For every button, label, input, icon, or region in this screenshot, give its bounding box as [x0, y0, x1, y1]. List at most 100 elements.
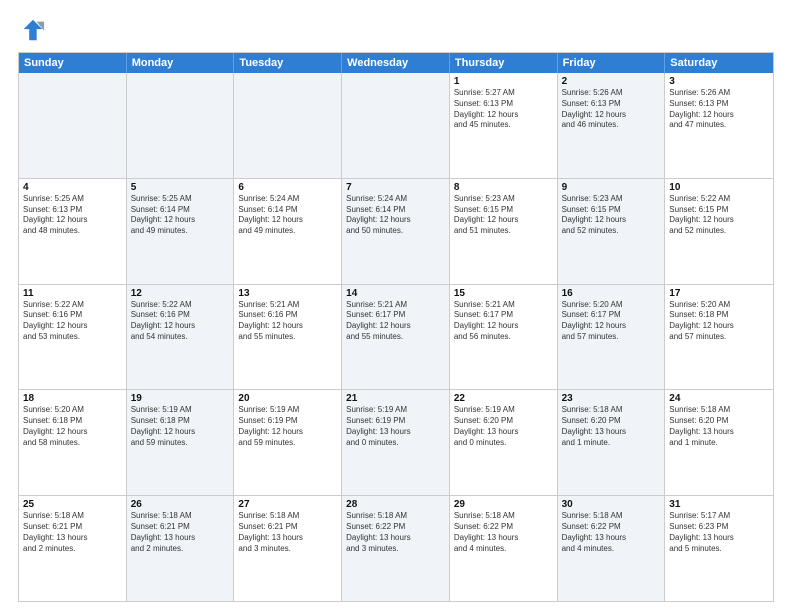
day-number: 18 — [23, 393, 122, 404]
cell-info: Sunrise: 5:23 AM Sunset: 6:15 PM Dayligh… — [454, 194, 553, 237]
calendar-row: 4Sunrise: 5:25 AM Sunset: 6:13 PM Daylig… — [19, 179, 773, 285]
day-number: 24 — [669, 393, 769, 404]
calendar-cell: 29Sunrise: 5:18 AM Sunset: 6:22 PM Dayli… — [450, 496, 558, 601]
page: SundayMondayTuesdayWednesdayThursdayFrid… — [0, 0, 792, 612]
cell-info: Sunrise: 5:18 AM Sunset: 6:22 PM Dayligh… — [346, 511, 445, 554]
calendar-cell — [234, 73, 342, 178]
cell-info: Sunrise: 5:22 AM Sunset: 6:16 PM Dayligh… — [23, 300, 122, 343]
calendar-cell: 5Sunrise: 5:25 AM Sunset: 6:14 PM Daylig… — [127, 179, 235, 284]
calendar-cell: 4Sunrise: 5:25 AM Sunset: 6:13 PM Daylig… — [19, 179, 127, 284]
calendar-cell: 19Sunrise: 5:19 AM Sunset: 6:18 PM Dayli… — [127, 390, 235, 495]
calendar-cell: 27Sunrise: 5:18 AM Sunset: 6:21 PM Dayli… — [234, 496, 342, 601]
header — [18, 16, 774, 44]
cell-info: Sunrise: 5:23 AM Sunset: 6:15 PM Dayligh… — [562, 194, 661, 237]
cell-info: Sunrise: 5:24 AM Sunset: 6:14 PM Dayligh… — [238, 194, 337, 237]
calendar-cell: 10Sunrise: 5:22 AM Sunset: 6:15 PM Dayli… — [665, 179, 773, 284]
calendar-cell: 31Sunrise: 5:17 AM Sunset: 6:23 PM Dayli… — [665, 496, 773, 601]
day-number: 11 — [23, 288, 122, 299]
day-number: 10 — [669, 182, 769, 193]
cell-info: Sunrise: 5:21 AM Sunset: 6:17 PM Dayligh… — [454, 300, 553, 343]
day-number: 22 — [454, 393, 553, 404]
cell-info: Sunrise: 5:19 AM Sunset: 6:19 PM Dayligh… — [346, 405, 445, 448]
calendar-cell: 23Sunrise: 5:18 AM Sunset: 6:20 PM Dayli… — [558, 390, 666, 495]
calendar-cell: 9Sunrise: 5:23 AM Sunset: 6:15 PM Daylig… — [558, 179, 666, 284]
calendar-cell: 7Sunrise: 5:24 AM Sunset: 6:14 PM Daylig… — [342, 179, 450, 284]
day-number: 21 — [346, 393, 445, 404]
day-number: 13 — [238, 288, 337, 299]
calendar-header: SundayMondayTuesdayWednesdayThursdayFrid… — [19, 53, 773, 73]
cell-info: Sunrise: 5:25 AM Sunset: 6:14 PM Dayligh… — [131, 194, 230, 237]
day-number: 23 — [562, 393, 661, 404]
calendar-row: 11Sunrise: 5:22 AM Sunset: 6:16 PM Dayli… — [19, 285, 773, 391]
day-number: 20 — [238, 393, 337, 404]
calendar-row: 1Sunrise: 5:27 AM Sunset: 6:13 PM Daylig… — [19, 73, 773, 179]
calendar-body: 1Sunrise: 5:27 AM Sunset: 6:13 PM Daylig… — [19, 73, 773, 601]
calendar-cell: 12Sunrise: 5:22 AM Sunset: 6:16 PM Dayli… — [127, 285, 235, 390]
cell-info: Sunrise: 5:17 AM Sunset: 6:23 PM Dayligh… — [669, 511, 769, 554]
cell-info: Sunrise: 5:26 AM Sunset: 6:13 PM Dayligh… — [562, 88, 661, 131]
day-number: 26 — [131, 499, 230, 510]
calendar-cell: 8Sunrise: 5:23 AM Sunset: 6:15 PM Daylig… — [450, 179, 558, 284]
cell-info: Sunrise: 5:24 AM Sunset: 6:14 PM Dayligh… — [346, 194, 445, 237]
cell-info: Sunrise: 5:19 AM Sunset: 6:18 PM Dayligh… — [131, 405, 230, 448]
calendar-row: 18Sunrise: 5:20 AM Sunset: 6:18 PM Dayli… — [19, 390, 773, 496]
day-number: 16 — [562, 288, 661, 299]
day-number: 7 — [346, 182, 445, 193]
header-day: Saturday — [665, 53, 773, 73]
calendar-cell: 28Sunrise: 5:18 AM Sunset: 6:22 PM Dayli… — [342, 496, 450, 601]
logo-icon — [18, 16, 46, 44]
day-number: 3 — [669, 76, 769, 87]
day-number: 2 — [562, 76, 661, 87]
day-number: 1 — [454, 76, 553, 87]
cell-info: Sunrise: 5:19 AM Sunset: 6:20 PM Dayligh… — [454, 405, 553, 448]
header-day: Tuesday — [234, 53, 342, 73]
day-number: 4 — [23, 182, 122, 193]
calendar-row: 25Sunrise: 5:18 AM Sunset: 6:21 PM Dayli… — [19, 496, 773, 601]
calendar: SundayMondayTuesdayWednesdayThursdayFrid… — [18, 52, 774, 602]
cell-info: Sunrise: 5:26 AM Sunset: 6:13 PM Dayligh… — [669, 88, 769, 131]
cell-info: Sunrise: 5:18 AM Sunset: 6:20 PM Dayligh… — [562, 405, 661, 448]
calendar-cell: 14Sunrise: 5:21 AM Sunset: 6:17 PM Dayli… — [342, 285, 450, 390]
day-number: 14 — [346, 288, 445, 299]
day-number: 31 — [669, 499, 769, 510]
cell-info: Sunrise: 5:20 AM Sunset: 6:17 PM Dayligh… — [562, 300, 661, 343]
header-day: Wednesday — [342, 53, 450, 73]
calendar-cell: 11Sunrise: 5:22 AM Sunset: 6:16 PM Dayli… — [19, 285, 127, 390]
cell-info: Sunrise: 5:18 AM Sunset: 6:21 PM Dayligh… — [131, 511, 230, 554]
day-number: 19 — [131, 393, 230, 404]
cell-info: Sunrise: 5:27 AM Sunset: 6:13 PM Dayligh… — [454, 88, 553, 131]
day-number: 28 — [346, 499, 445, 510]
day-number: 6 — [238, 182, 337, 193]
cell-info: Sunrise: 5:21 AM Sunset: 6:16 PM Dayligh… — [238, 300, 337, 343]
day-number: 27 — [238, 499, 337, 510]
day-number: 9 — [562, 182, 661, 193]
calendar-cell: 18Sunrise: 5:20 AM Sunset: 6:18 PM Dayli… — [19, 390, 127, 495]
calendar-cell — [342, 73, 450, 178]
calendar-cell: 20Sunrise: 5:19 AM Sunset: 6:19 PM Dayli… — [234, 390, 342, 495]
calendar-cell: 25Sunrise: 5:18 AM Sunset: 6:21 PM Dayli… — [19, 496, 127, 601]
day-number: 8 — [454, 182, 553, 193]
cell-info: Sunrise: 5:18 AM Sunset: 6:21 PM Dayligh… — [23, 511, 122, 554]
cell-info: Sunrise: 5:18 AM Sunset: 6:21 PM Dayligh… — [238, 511, 337, 554]
calendar-cell: 6Sunrise: 5:24 AM Sunset: 6:14 PM Daylig… — [234, 179, 342, 284]
calendar-cell: 22Sunrise: 5:19 AM Sunset: 6:20 PM Dayli… — [450, 390, 558, 495]
calendar-cell: 3Sunrise: 5:26 AM Sunset: 6:13 PM Daylig… — [665, 73, 773, 178]
header-day: Friday — [558, 53, 666, 73]
header-day: Thursday — [450, 53, 558, 73]
day-number: 25 — [23, 499, 122, 510]
day-number: 5 — [131, 182, 230, 193]
cell-info: Sunrise: 5:21 AM Sunset: 6:17 PM Dayligh… — [346, 300, 445, 343]
calendar-cell: 30Sunrise: 5:18 AM Sunset: 6:22 PM Dayli… — [558, 496, 666, 601]
calendar-cell: 1Sunrise: 5:27 AM Sunset: 6:13 PM Daylig… — [450, 73, 558, 178]
calendar-cell: 15Sunrise: 5:21 AM Sunset: 6:17 PM Dayli… — [450, 285, 558, 390]
calendar-cell — [127, 73, 235, 178]
cell-info: Sunrise: 5:20 AM Sunset: 6:18 PM Dayligh… — [669, 300, 769, 343]
cell-info: Sunrise: 5:22 AM Sunset: 6:15 PM Dayligh… — [669, 194, 769, 237]
cell-info: Sunrise: 5:18 AM Sunset: 6:22 PM Dayligh… — [454, 511, 553, 554]
calendar-cell: 13Sunrise: 5:21 AM Sunset: 6:16 PM Dayli… — [234, 285, 342, 390]
cell-info: Sunrise: 5:25 AM Sunset: 6:13 PM Dayligh… — [23, 194, 122, 237]
calendar-cell: 26Sunrise: 5:18 AM Sunset: 6:21 PM Dayli… — [127, 496, 235, 601]
day-number: 29 — [454, 499, 553, 510]
cell-info: Sunrise: 5:22 AM Sunset: 6:16 PM Dayligh… — [131, 300, 230, 343]
header-day: Sunday — [19, 53, 127, 73]
